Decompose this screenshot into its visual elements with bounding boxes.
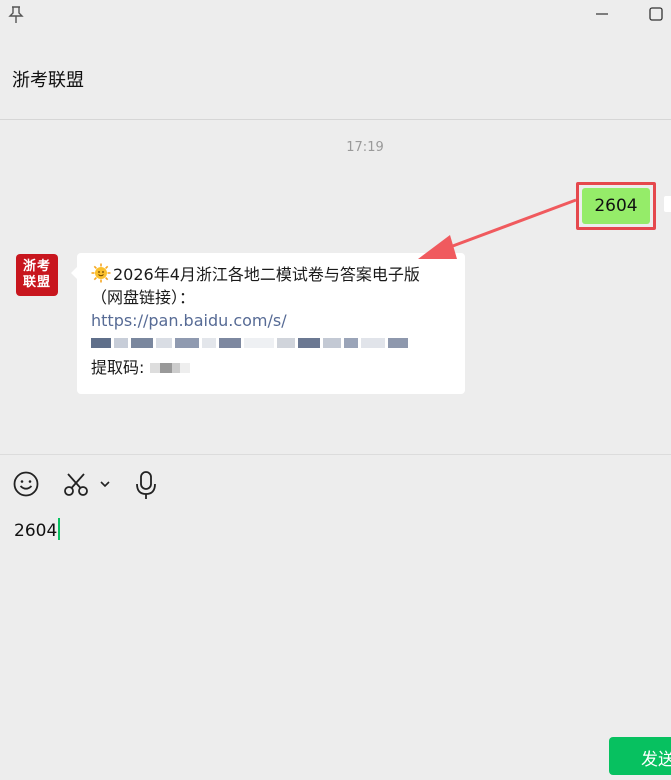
message-input[interactable]: 2604 <box>14 518 654 718</box>
chat-header: 浙考联盟 <box>0 58 671 120</box>
message-title-line: 2026年4月浙江各地二模试卷与答案电子版 <box>91 263 451 286</box>
pin-icon[interactable] <box>8 6 24 24</box>
scissors-icon <box>64 473 88 496</box>
send-button[interactable]: 发送 <box>609 737 671 775</box>
sent-message-highlight: 2604 <box>576 182 656 230</box>
emoji-icon <box>13 471 39 497</box>
sent-message-bubble[interactable]: 2604 <box>582 188 650 224</box>
emoji-button[interactable] <box>12 470 40 498</box>
message-timestamp: 17:19 <box>346 140 384 155</box>
extraction-code-line: 提取码: <box>91 356 451 379</box>
screenshot-options-button[interactable] <box>98 477 112 491</box>
title-bar <box>0 0 671 30</box>
avatar-text-line1: 浙考 <box>22 259 51 274</box>
screenshot-button[interactable] <box>62 470 90 498</box>
minimize-icon[interactable] <box>594 6 610 22</box>
chevron-down-icon <box>100 481 110 488</box>
message-link[interactable]: https://pan.baidu.com/s/ <box>91 309 451 332</box>
text-caret <box>58 518 61 540</box>
sun-emoji-icon <box>91 263 111 283</box>
chat-title: 浙考联盟 <box>12 70 84 91</box>
voice-input-button[interactable] <box>134 470 158 500</box>
extraction-code-label: 提取码: <box>91 358 145 377</box>
self-avatar-edge[interactable] <box>664 196 671 212</box>
message-subtitle: （网盘链接）： <box>91 288 196 307</box>
maximize-icon[interactable] <box>648 6 664 22</box>
redacted-extraction-code <box>149 363 190 373</box>
microphone-icon <box>136 471 156 499</box>
message-title: 2026年4月浙江各地二模试卷与答案电子版 <box>113 265 420 284</box>
message-input-text: 2604 <box>14 521 58 541</box>
avatar-text-line2: 联盟 <box>22 275 51 290</box>
composer-divider <box>0 454 671 455</box>
received-message-bubble[interactable]: 2026年4月浙江各地二模试卷与答案电子版 （网盘链接）： https://pa… <box>71 253 465 394</box>
contact-avatar[interactable]: 浙考 联盟 <box>16 254 58 296</box>
redacted-link-path <box>91 332 451 354</box>
